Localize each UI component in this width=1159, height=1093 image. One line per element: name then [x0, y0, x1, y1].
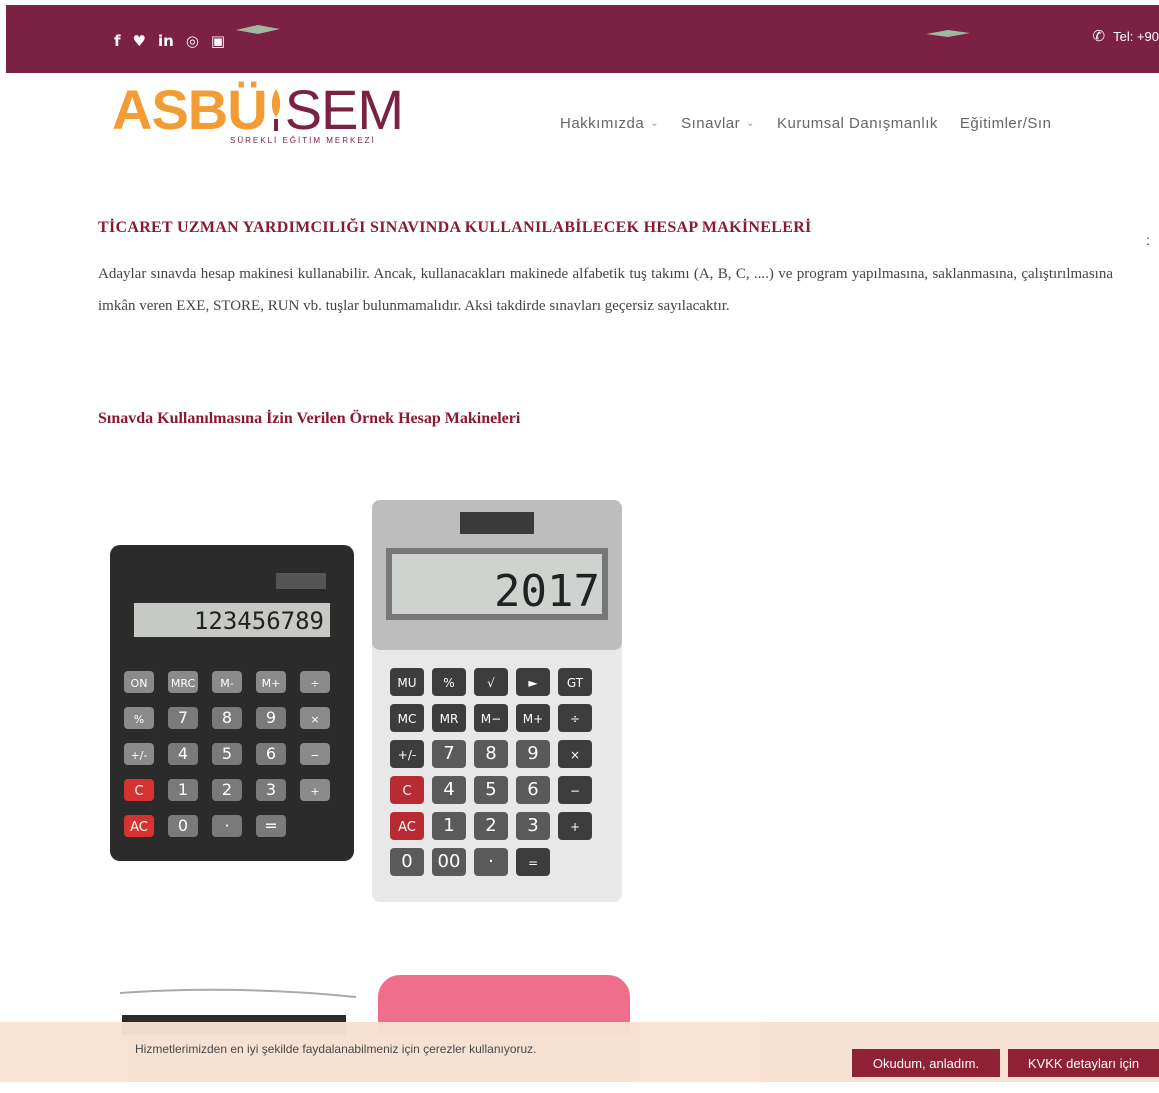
site-logo[interactable]: ASBÜ SEM SÜREKLİ EĞİTİM MERKEZİ	[112, 80, 412, 152]
kvkk-details-button[interactable]: KVKK detayları için	[1008, 1049, 1159, 1077]
calc-key-label: ·	[488, 851, 494, 872]
intro-paragraph: Adaylar sınavda hesap makinesi kullanabi…	[98, 266, 1113, 314]
calc-key-label: +/-	[398, 748, 416, 762]
cookie-accept-button[interactable]: Okudum, anladım.	[852, 1049, 1000, 1077]
graduation-cap-icon	[926, 30, 970, 37]
nav-item-kurumsal[interactable]: Kurumsal Danışmanlık	[777, 115, 938, 132]
instagram-icon[interactable]: ◎	[186, 33, 199, 49]
calc-key-label: +	[570, 820, 580, 834]
social-links: f ♥ in ◎ ▣	[114, 33, 225, 49]
stray-colon: :	[1146, 232, 1150, 248]
calc-key-label: M−	[481, 712, 501, 726]
graduation-cap-icon	[236, 25, 280, 34]
calc-right-display: 2017	[494, 566, 600, 617]
calc-key-label: ÷	[310, 677, 319, 690]
calc-key-label: ÷	[570, 712, 580, 726]
calc-key-label: 3	[527, 815, 538, 836]
top-bar: f ♥ in ◎ ▣ ✆ Tel: +90	[6, 5, 1159, 73]
logo-part-sem: SEM	[284, 78, 404, 141]
calc-key-label: 9	[266, 708, 276, 727]
calc-key-label: 6	[527, 779, 538, 800]
calc-key-label: +/-	[131, 749, 148, 762]
nav-item-egitimler[interactable]: Eğitimler/Sın	[960, 115, 1052, 132]
phone-text: Tel: +90	[1113, 28, 1159, 44]
calc-key-label: ·	[224, 816, 229, 835]
calc-key-label: 9	[527, 743, 538, 764]
calc-key-label: ×	[570, 748, 580, 762]
calc-key-label: M+	[262, 677, 281, 690]
nav-label: Kurumsal Danışmanlık	[777, 115, 938, 132]
calc-key-label: −	[570, 784, 580, 798]
calc-key-label: 1	[178, 780, 188, 799]
calc-key-label: 2	[485, 815, 496, 836]
calc-left-display: 123456789	[194, 607, 324, 635]
logo-part-asbu: ASBÜ	[112, 78, 268, 141]
calculator-black-image: 123456789 ON MRC M- M+ ÷% 7 8 9 × +/- 4 5 6 − C 1 2 3 + AC 0…	[110, 545, 354, 861]
calc-key-label: ►	[528, 676, 538, 690]
calc-key-label: M+	[523, 712, 543, 726]
calc-key-label: M-	[220, 677, 233, 690]
calc-key-label: MU	[397, 676, 416, 690]
calc-key-label: 4	[443, 779, 454, 800]
calc-key-label: MRC	[171, 677, 196, 690]
youtube-icon[interactable]: ▣	[211, 33, 225, 49]
calc-key-label: 1	[443, 815, 454, 836]
main-nav: Hakkımızda ⌄ Sınavlar ⌄ Kurumsal Danışma…	[560, 115, 1051, 132]
nav-label: Sınavlar	[681, 115, 741, 132]
section-subtitle: Sınavda Kullanılmasına İzin Verilen Örne…	[98, 410, 521, 427]
calc-key-label: 2	[222, 780, 232, 799]
calc-key-label: C	[134, 784, 143, 799]
calc-key-label: 8	[485, 743, 496, 764]
calc-key-label: 3	[266, 780, 276, 799]
calc-key-label: 7	[178, 708, 188, 727]
calc-key-label: 0	[401, 851, 412, 872]
nav-item-hakkimizda[interactable]: Hakkımızda ⌄	[560, 115, 659, 132]
calc-key-label: −	[310, 749, 319, 762]
calc-key-label: 4	[178, 744, 188, 763]
calc-key-label: %	[134, 713, 144, 726]
phone-icon: ✆	[1092, 28, 1106, 45]
calc-key-label: +	[310, 785, 319, 798]
linkedin-icon[interactable]: in	[158, 33, 174, 49]
calc-key-label: MC	[398, 712, 417, 726]
calculator-silver-image: 2017 MU% √ ► GT MC MR M− M+ ÷ +/- 7 8 9 × C 4 5 6 − AC 1 2 3 +0…	[372, 500, 622, 902]
calc-key-label: AC	[130, 820, 148, 835]
calc-key-label: ×	[310, 713, 319, 726]
logo-text: ASBÜ SEM	[112, 78, 404, 141]
calc-key-label: GT	[567, 676, 584, 690]
chevron-down-icon: ⌄	[650, 118, 660, 129]
chevron-down-icon: ⌄	[746, 118, 756, 129]
logo-subtitle: SÜREKLİ EĞİTİM MERKEZİ	[230, 136, 376, 145]
nav-item-sinavlar[interactable]: Sınavlar ⌄	[681, 115, 755, 132]
calc-key-label: 0	[178, 816, 188, 835]
cookie-text: Hizmetlerimizden en iyi şekilde faydalan…	[135, 1042, 537, 1056]
calc-key-label: MR	[440, 712, 459, 726]
facebook-icon[interactable]: f	[114, 33, 121, 49]
calc-key-label: 5	[485, 779, 496, 800]
calc-key-label: √	[487, 676, 495, 690]
nav-label: Hakkımızda	[560, 115, 645, 132]
page-title: TİCARET UZMAN YARDIMCILIĞI SINAVINDA KUL…	[98, 219, 812, 236]
twitter-icon[interactable]: ♥	[133, 33, 146, 49]
logo-flame-icon	[271, 89, 280, 131]
cookie-banner: Hizmetlerimizden en iyi şekilde faydalan…	[0, 1022, 1159, 1082]
phone-contact[interactable]: ✆ Tel: +90	[1093, 27, 1159, 45]
calc-key-label: ON	[131, 677, 148, 690]
calc-key-label: 8	[222, 708, 232, 727]
calc-key-label: C	[402, 784, 411, 799]
calc-key-label: =	[264, 816, 277, 835]
calc-key-label: 5	[222, 744, 232, 763]
nav-label: Eğitimler/Sın	[959, 115, 1052, 132]
calc-key-label: 7	[443, 743, 454, 764]
calc-key-label: 00	[438, 851, 461, 872]
calc-key-label: AC	[398, 820, 416, 835]
calc-key-label: 6	[266, 744, 276, 763]
calc-key-label: %	[443, 676, 454, 690]
calc-key-label: =	[528, 856, 538, 870]
